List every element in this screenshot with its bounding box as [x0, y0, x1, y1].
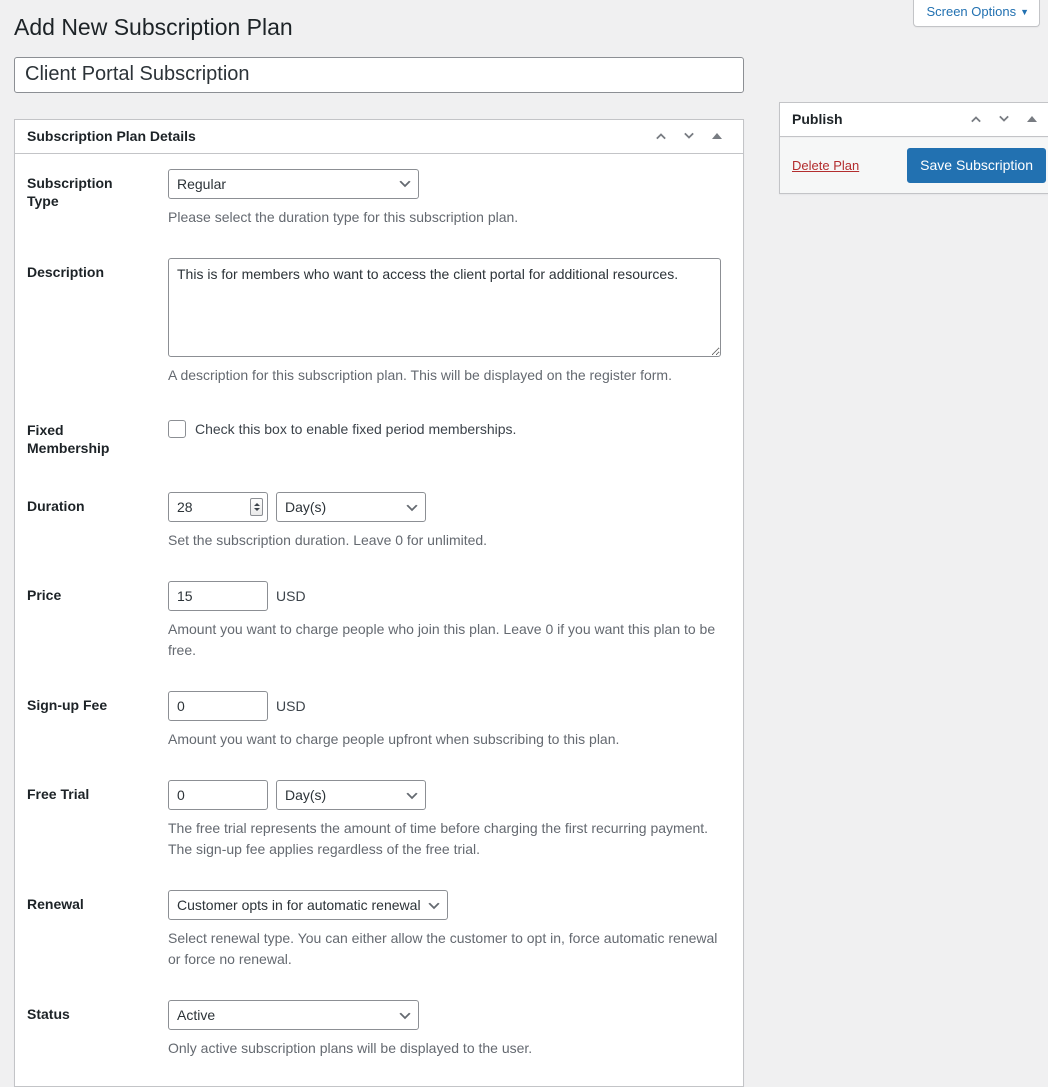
move-up-icon[interactable]	[647, 121, 675, 151]
description-label: Description	[27, 263, 105, 280]
screen-options-tab[interactable]: Screen Options ▼	[913, 0, 1040, 28]
delete-plan-link[interactable]: Delete Plan	[792, 158, 859, 173]
subscription-plan-details-panel: Subscription Plan Details Subscription T…	[14, 118, 744, 1087]
panel-handle-actions	[647, 121, 731, 151]
price-description: Amount you want to charge people who joi…	[168, 621, 716, 659]
move-up-icon[interactable]	[962, 104, 990, 134]
submit-box: Delete Plan Save Subscription	[780, 136, 1048, 194]
field-row-duration: Duration 28 Day(s) Set the subscription …	[27, 477, 731, 566]
signup-fee-input[interactable]	[168, 691, 268, 722]
free-trial-input[interactable]	[168, 780, 268, 811]
page-title: Add New Subscription Plan	[14, 14, 293, 40]
subscription-type-select[interactable]: Regular	[168, 168, 419, 199]
fixed-membership-row: Check this box to enable fixed period me…	[168, 416, 721, 438]
free-trial-label: Free Trial	[27, 786, 90, 803]
subscription-type-label: Subscription Type	[27, 174, 113, 210]
panel-header: Subscription Plan Details	[15, 120, 743, 154]
free-trial-controls: Day(s)	[168, 780, 721, 811]
field-row-price: Price USD Amount you want to charge peop…	[27, 566, 731, 676]
publish-panel-header: Publish	[780, 103, 1048, 137]
side-column: Publish Delete Plan Save Subscription	[779, 101, 1048, 195]
fixed-membership-checkbox-label[interactable]: Check this box to enable fixed period me…	[195, 420, 516, 438]
signup-fee-currency-label: USD	[276, 698, 306, 715]
screen-meta-links: Screen Options ▼	[913, 0, 1040, 28]
field-row-fixed-membership: Fixed Membership Check this box to enabl…	[27, 401, 731, 477]
admin-page-wrap: Add New Subscription Plan Subscription P…	[0, 0, 1048, 1087]
field-row-renewal: Renewal Customer opts in for automatic r…	[27, 875, 731, 985]
field-row-status: Status Active Only active subscription p…	[27, 985, 731, 1074]
duration-number-wrap	[168, 492, 268, 523]
signup-fee-description: Amount you want to charge people upfront…	[168, 731, 620, 748]
field-row-description: Description This is for members who want…	[27, 243, 731, 401]
move-down-icon[interactable]	[990, 104, 1018, 134]
price-label: Price	[27, 587, 62, 604]
free-trial-unit-select[interactable]: Day(s)	[276, 780, 426, 811]
fixed-membership-checkbox[interactable]	[168, 419, 186, 438]
publish-panel-body: Delete Plan Save Subscription	[780, 136, 1048, 194]
price-currency-label: USD	[276, 588, 306, 605]
panel-title: Subscription Plan Details	[27, 127, 196, 144]
renewal-select[interactable]: Customer opts in for automatic renewal	[168, 890, 448, 921]
duration-description: Set the subscription duration. Leave 0 f…	[168, 532, 488, 549]
main-column: Subscription Plan Details	[14, 56, 744, 1087]
field-row-subscription-type: Subscription Type Regular Please select …	[27, 154, 731, 243]
price-input[interactable]	[168, 581, 268, 612]
panel-body: Subscription Type Regular Please select …	[15, 154, 743, 1086]
price-controls: USD	[168, 581, 721, 612]
screen-options-label: Screen Options	[926, 4, 1017, 19]
duration-stepper-icon[interactable]	[250, 498, 263, 517]
field-row-signup-fee: Sign-up Fee USD Amount you want to charg…	[27, 676, 731, 765]
toggle-panel-icon[interactable]	[1018, 104, 1046, 134]
duration-controls: Day(s)	[168, 492, 721, 523]
publish-panel: Publish Delete Plan Save Subscription	[779, 101, 1048, 195]
renewal-label: Renewal	[27, 896, 84, 913]
renewal-description: Select renewal type. You can either allo…	[168, 930, 718, 968]
publish-handle-actions	[962, 104, 1046, 134]
post-editor: Subscription Plan Details	[14, 56, 1048, 1087]
save-subscription-button[interactable]: Save Subscription	[907, 147, 1046, 184]
duration-unit-select[interactable]: Day(s)	[276, 492, 426, 523]
move-down-icon[interactable]	[675, 121, 703, 151]
duration-label: Duration	[27, 498, 85, 515]
fixed-membership-label: Fixed Membership	[27, 421, 110, 457]
field-row-free-trial: Free Trial Day(s) The free trial represe…	[27, 765, 731, 875]
signup-fee-controls: USD	[168, 691, 721, 722]
publish-panel-title: Publish	[792, 110, 843, 127]
plan-details-form: Subscription Type Regular Please select …	[27, 154, 731, 1074]
description-textarea[interactable]: This is for members who want to access t…	[168, 257, 721, 357]
toggle-panel-icon[interactable]	[703, 121, 731, 151]
description-help: A description for this subscription plan…	[168, 366, 672, 383]
free-trial-description: The free trial represents the amount of …	[168, 820, 709, 858]
status-select[interactable]: Active	[168, 1000, 419, 1031]
status-description: Only active subscription plans will be d…	[168, 1040, 533, 1057]
signup-fee-label: Sign-up Fee	[27, 697, 108, 714]
caret-down-icon: ▼	[1020, 7, 1029, 17]
status-label: Status	[27, 1006, 70, 1023]
subscription-type-description: Please select the duration type for this…	[168, 208, 519, 225]
plan-title-input[interactable]	[14, 56, 744, 93]
